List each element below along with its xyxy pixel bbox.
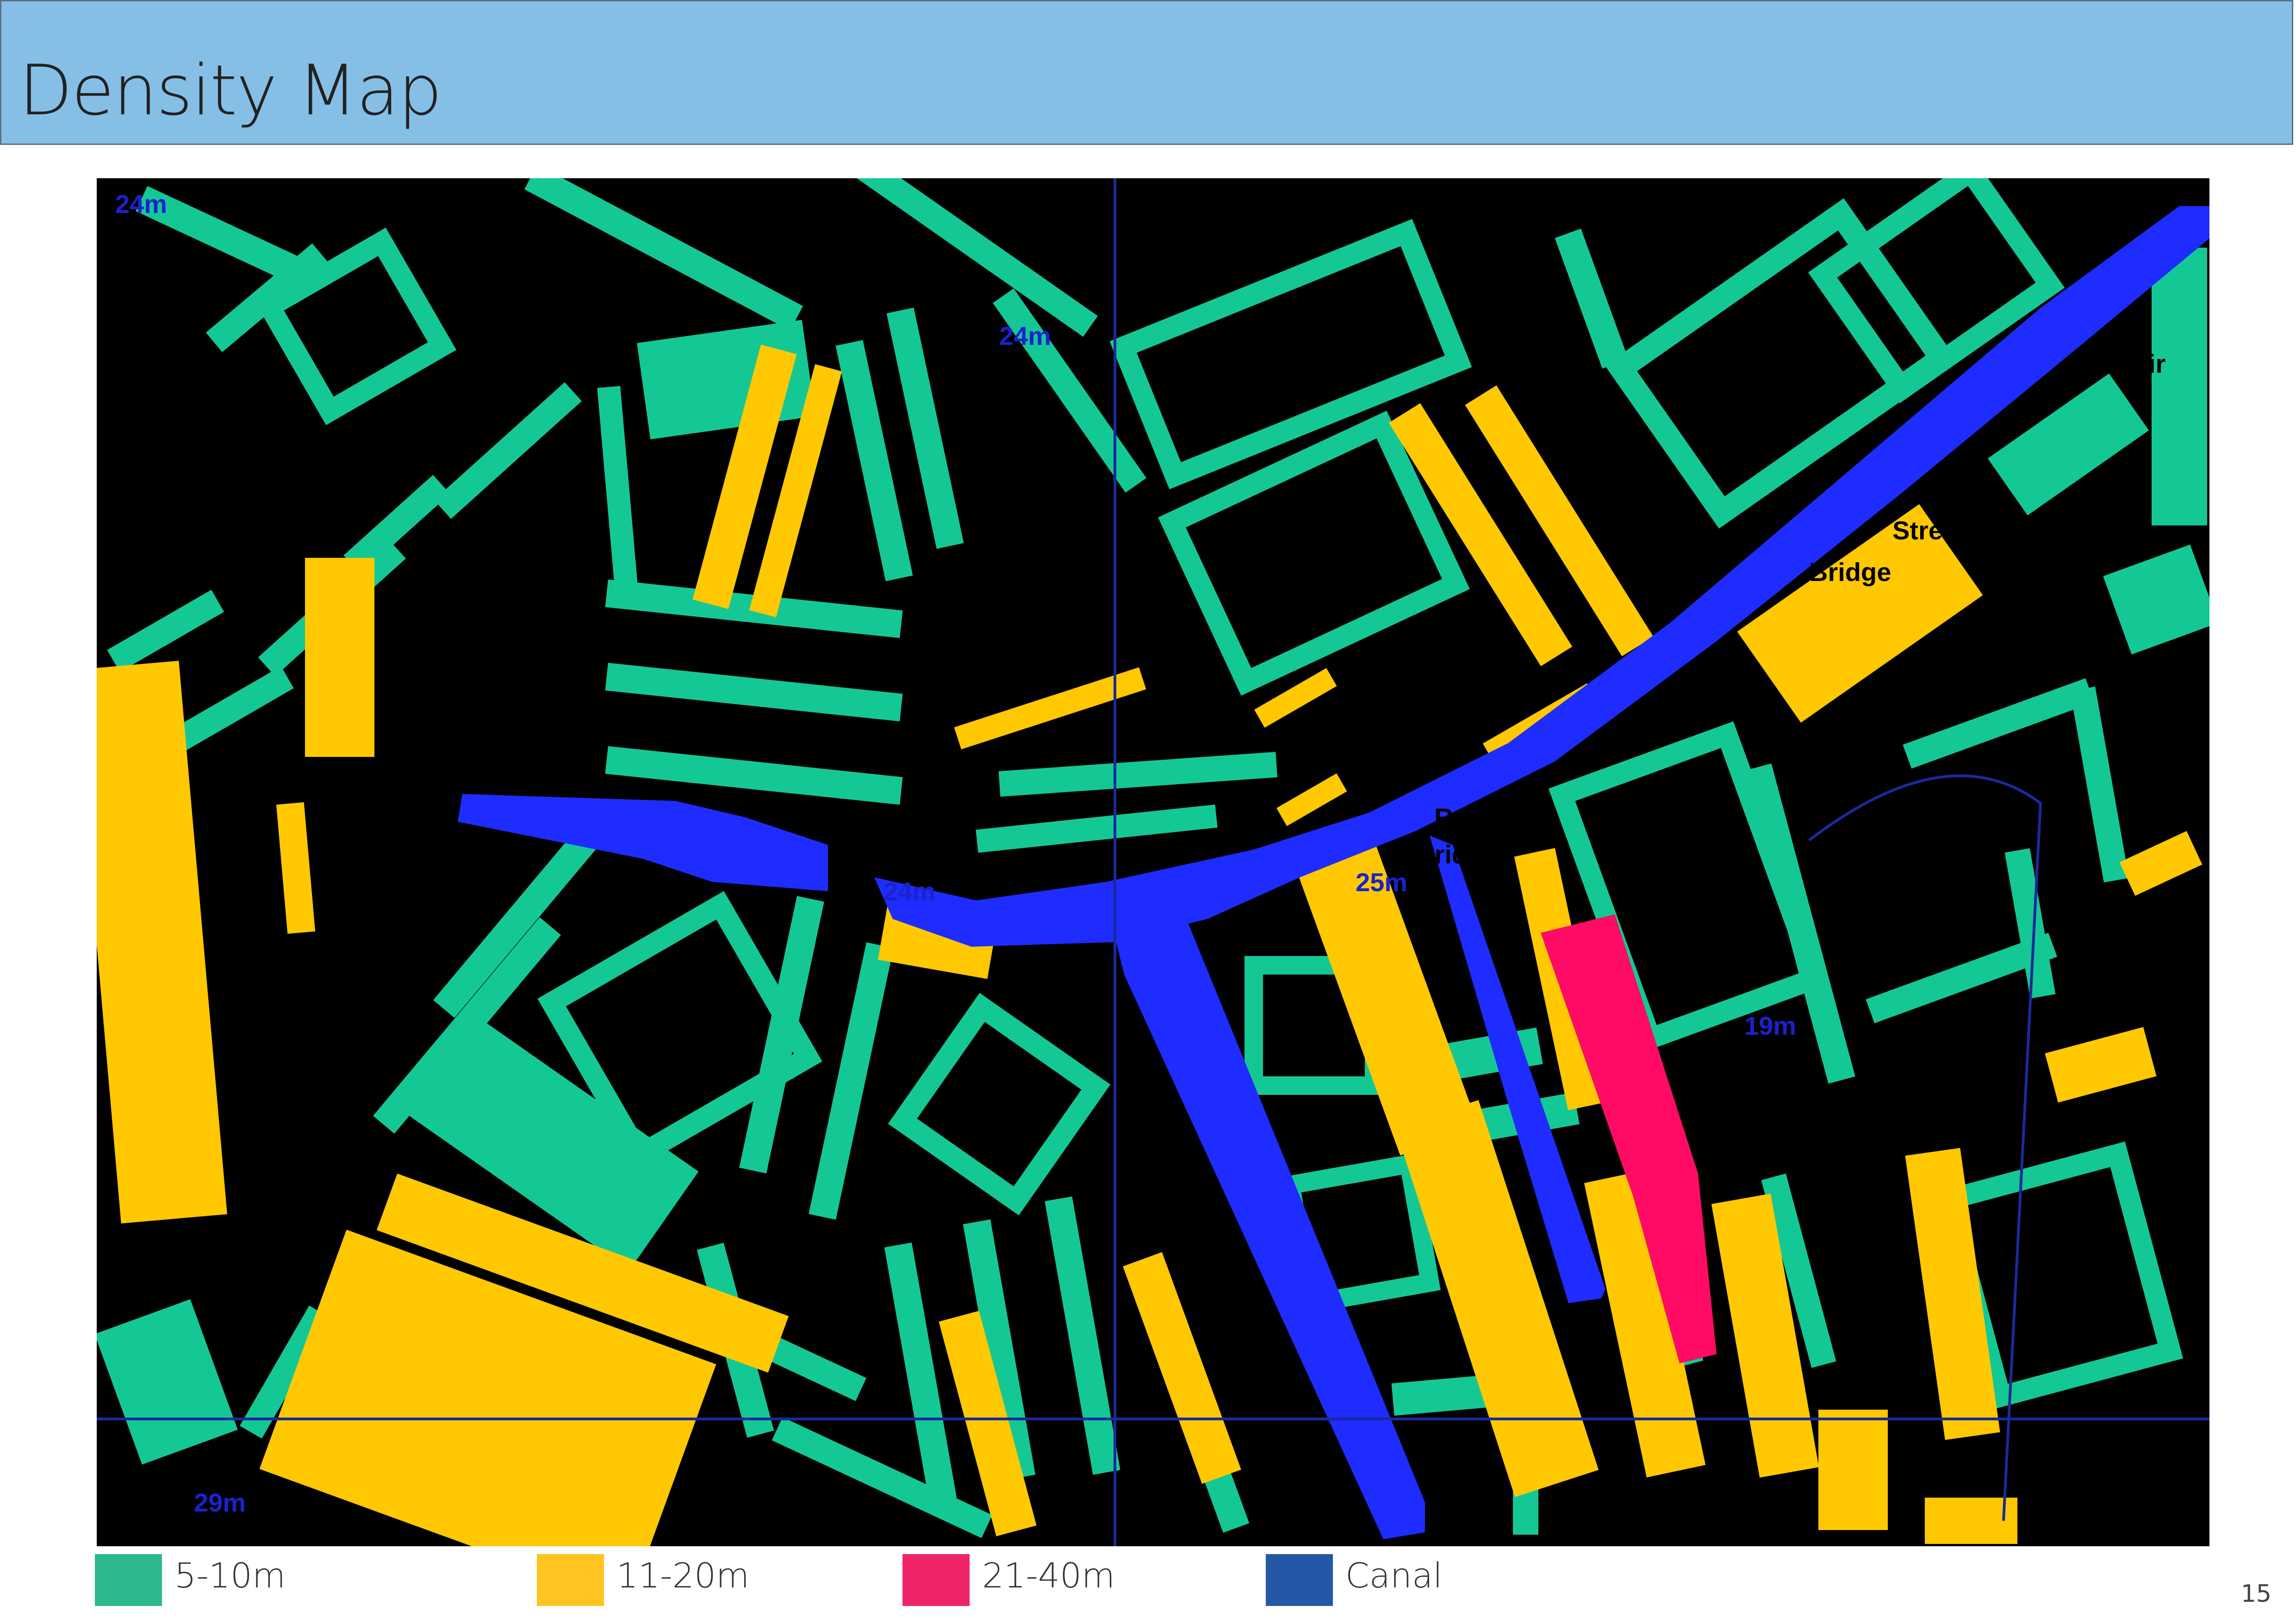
street-label: Rd [1434,803,1469,832]
header-bar: Density Map [0,0,2293,145]
legend-label-mid: 11-20m [616,1556,750,1596]
height-label: 19m [1744,1011,1796,1040]
street-label: Weir [2110,349,2165,378]
legend-label-canal: Canal [1345,1556,1443,1596]
legend-swatch-canal [1266,1554,1333,1606]
height-label: 24m [999,321,1051,350]
legend-swatch-mid [537,1554,604,1606]
legend-swatch-low [95,1554,162,1606]
height-label: 24m [115,189,167,219]
density-map-canvas: 24m 24m 24m 25m 19m 29m Street Bridge Rd… [97,178,2209,1546]
density-map[interactable]: 24m 24m 24m 25m 19m 29m Street Bridge Rd… [97,178,2209,1546]
street-label: Bridge [1809,557,1891,587]
height-label: 24m [884,877,935,906]
page-title: Density Map [19,50,442,131]
height-label: 29m [194,1488,246,1517]
height-label: 25m [1356,868,1407,897]
street-label: Street [1892,516,1966,545]
legend-label-low: 5-10m [174,1556,286,1596]
legend-swatch-high [902,1554,970,1606]
page-number: 15 [2240,1580,2271,1608]
street-label: Bridge [1416,840,1498,869]
legend-label-high: 21-40m [982,1556,1115,1596]
